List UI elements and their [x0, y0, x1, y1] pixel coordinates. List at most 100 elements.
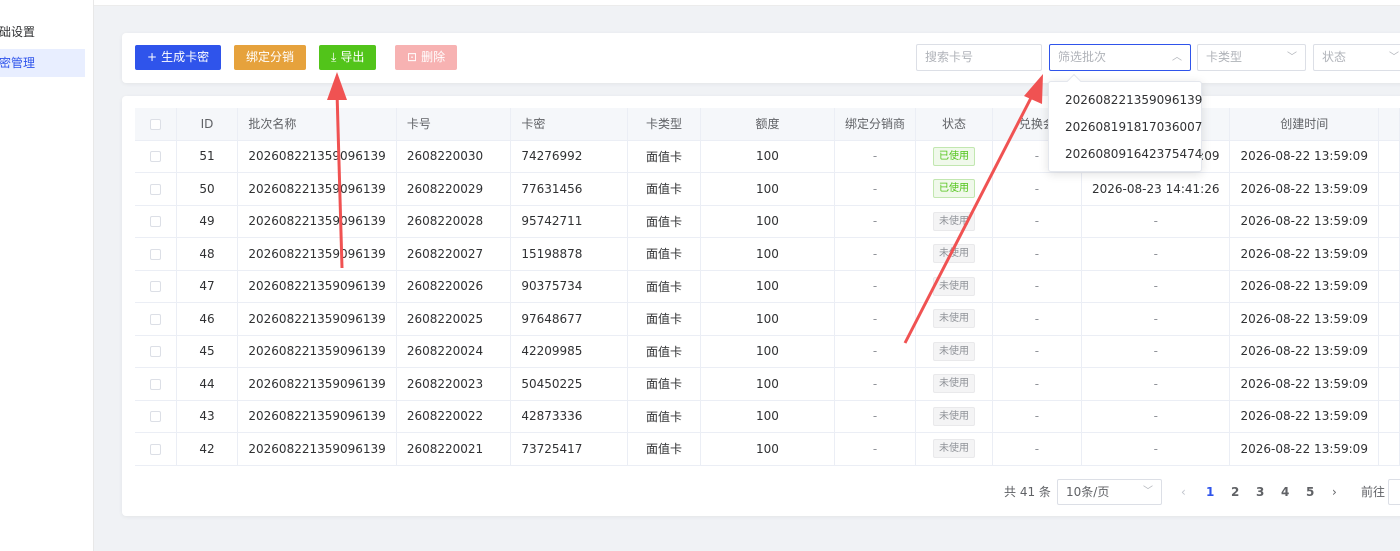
goto-page-input[interactable] [1388, 479, 1400, 505]
chevron-down-icon: ﹀ [1389, 52, 1399, 63]
row-checkbox[interactable] [135, 172, 177, 206]
table-row[interactable]: 48 202608221359096139 2608220027 15198878 面值… [135, 237, 1400, 271]
created-cell: 2026-08-22 13:59:09 [1229, 172, 1379, 206]
type-cell: 面值卡 [627, 400, 701, 433]
status-select[interactable]: 状态 ﹀ [1313, 44, 1400, 71]
redeem-time-cell: - [1081, 302, 1231, 336]
generate-card-label: 生成卡密 [161, 50, 210, 64]
card-no-cell: 2608220030 [396, 140, 512, 173]
card-type-select[interactable]: 卡类型 ﹀ [1197, 44, 1306, 71]
search-card-input[interactable]: 搜索卡号 [916, 44, 1042, 71]
card-no-cell: 2608220023 [396, 367, 512, 401]
overflow-cell [1378, 205, 1400, 238]
batch-cell: 202608221359096139 [237, 400, 397, 433]
table-row[interactable]: 50 202608221359096139 2608220029 77631456 面值… [135, 172, 1400, 206]
page-2[interactable]: 2 [1231, 479, 1239, 505]
chevron-up-icon: ︿ [1172, 52, 1182, 63]
page-5[interactable]: 5 [1306, 479, 1314, 505]
page-3[interactable]: 3 [1256, 479, 1264, 505]
cards-table: ID 批次名称 卡号 卡密 卡类型 额度 绑定分销商 状态 兑换会 创建时间 5… [135, 108, 1400, 466]
chevron-down-icon: ﹀ [1143, 486, 1153, 497]
top-strip [94, 0, 1400, 6]
created-cell: 2026-08-22 13:59:09 [1229, 302, 1379, 336]
secret-cell: 74276992 [510, 140, 629, 173]
overflow-cell [1378, 270, 1400, 303]
table-row[interactable]: 44 202608221359096139 2608220023 50450225 面值… [135, 367, 1400, 401]
prev-page-button[interactable]: ‹ [1181, 479, 1186, 505]
status-badge: 未使用 [932, 309, 975, 329]
batch-cell: 202608221359096139 [237, 367, 397, 401]
page-size-select[interactable]: 10条/页 ﹀ [1057, 479, 1162, 505]
row-checkbox[interactable] [135, 432, 177, 466]
row-checkbox[interactable] [135, 205, 177, 238]
overflow-header [1378, 108, 1400, 141]
table-row[interactable]: 46 202608221359096139 2608220025 97648677 面值… [135, 302, 1400, 336]
id-cell: 42 [176, 432, 239, 466]
id-cell: 45 [176, 335, 239, 368]
overflow-cell [1378, 302, 1400, 336]
amount-cell: 100 [700, 140, 836, 173]
status-badge: 未使用 [932, 211, 975, 231]
page-1[interactable]: 1 [1206, 479, 1214, 505]
id-cell: 47 [176, 270, 239, 303]
status-badge: 未使用 [932, 244, 975, 264]
next-page-button[interactable]: › [1332, 479, 1337, 505]
status-badge: 未使用 [932, 406, 975, 426]
row-checkbox[interactable] [135, 367, 177, 401]
card-no-cell: 2608220022 [396, 400, 512, 433]
row-checkbox[interactable] [135, 335, 177, 368]
table-row[interactable]: 51 202608221359096139 2608220030 74276992 面值… [135, 140, 1400, 173]
batch-option[interactable]: 202608191817036007 [1049, 114, 1202, 141]
column-header: 状态 [915, 108, 993, 141]
secret-cell: 77631456 [510, 172, 629, 206]
batch-filter-placeholder: 筛选批次 [1058, 50, 1107, 64]
redeem-time-cell: - [1081, 335, 1231, 368]
status-cell: 未使用 [915, 302, 993, 336]
batch-option[interactable]: 202608221359096139 [1049, 87, 1202, 114]
sidebar-item-label: 密管理 [0, 56, 35, 70]
table-row[interactable]: 43 202608221359096139 2608220022 42873336 面值… [135, 400, 1400, 433]
created-cell: 2026-08-22 13:59:09 [1229, 335, 1379, 368]
table-row[interactable]: 45 202608221359096139 2608220024 42209985 面值… [135, 335, 1400, 368]
secret-cell: 42873336 [510, 400, 629, 433]
row-checkbox[interactable] [135, 400, 177, 433]
batch-filter-select[interactable]: 筛选批次 ︿ [1049, 44, 1191, 71]
status-badge: 已使用 [932, 179, 975, 199]
row-checkbox[interactable] [135, 302, 177, 336]
select-all-checkbox[interactable] [135, 108, 177, 141]
delete-button[interactable]: ⊡ 删除 [395, 45, 458, 70]
batch-dropdown: 202608221359096139 202608191817036007 20… [1048, 73, 1202, 172]
overflow-cell [1378, 400, 1400, 433]
batch-option[interactable]: 202608091642375474 [1049, 141, 1202, 168]
card-no-cell: 2608220029 [396, 172, 512, 206]
table-row[interactable]: 42 202608221359096139 2608220021 73725417 面值… [135, 432, 1400, 466]
id-cell: 44 [176, 367, 239, 401]
dist-cell: - [834, 205, 917, 238]
batch-cell: 202608221359096139 [237, 172, 397, 206]
export-label: 导出 [340, 50, 365, 64]
table-row[interactable]: 49 202608221359096139 2608220028 95742711 面值… [135, 205, 1400, 238]
card-type-placeholder: 卡类型 [1206, 50, 1243, 64]
chevron-down-icon: ﹀ [1287, 52, 1297, 63]
type-cell: 面值卡 [627, 432, 701, 466]
redeem-time-cell: - [1081, 270, 1231, 303]
batch-cell: 202608221359096139 [237, 270, 397, 303]
sidebar-item-card-management[interactable]: 密管理 [0, 49, 85, 77]
sidebar-item-basic-settings[interactable]: 础设置 [0, 18, 85, 46]
batch-cell: 202608221359096139 [237, 205, 397, 238]
member-cell: - [992, 400, 1083, 433]
row-checkbox[interactable] [135, 237, 177, 271]
dist-cell: - [834, 335, 917, 368]
bind-distributor-button[interactable]: 绑定分销 [234, 45, 307, 70]
row-checkbox[interactable] [135, 140, 177, 173]
secret-cell: 90375734 [510, 270, 629, 303]
batch-cell: 202608221359096139 [237, 237, 397, 271]
generate-card-button[interactable]: + 生成卡密 [135, 45, 222, 70]
column-header: 创建时间 [1229, 108, 1379, 141]
page-4[interactable]: 4 [1281, 479, 1289, 505]
table-row[interactable]: 47 202608221359096139 2608220026 90375734 面值… [135, 270, 1400, 303]
page-size-value: 10条/页 [1066, 485, 1110, 499]
row-checkbox[interactable] [135, 270, 177, 303]
status-badge: 未使用 [932, 341, 975, 361]
export-button[interactable]: ⤓ 导出 [319, 45, 377, 70]
